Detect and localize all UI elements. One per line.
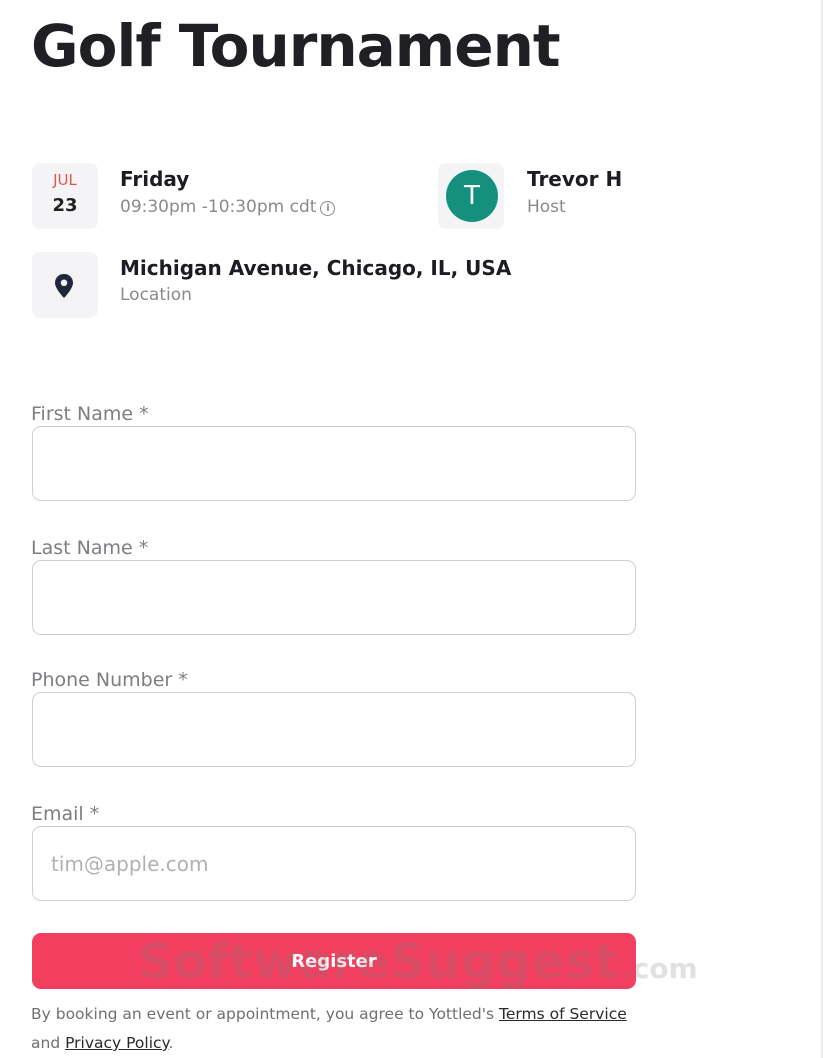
email-input[interactable] [32, 826, 636, 901]
terms-of-service-link[interactable]: Terms of Service [499, 1005, 627, 1023]
date-day: 23 [52, 195, 78, 216]
legal-prefix: By booking an event or appointment, you … [31, 1005, 500, 1023]
first-name-label: First Name * [31, 403, 149, 425]
map-pin-icon [55, 274, 73, 298]
page-title: Golf Tournament [31, 12, 561, 80]
phone-number-label: Phone Number * [31, 669, 188, 691]
phone-number-input[interactable] [32, 692, 636, 767]
first-name-input[interactable] [32, 426, 636, 501]
last-name-input[interactable] [32, 560, 636, 635]
event-time-row: 09:30pm -10:30pm cdt i [120, 197, 336, 217]
host-role: Host [527, 197, 566, 217]
date-month: JUL [53, 171, 77, 189]
legal-notice: By booking an event or appointment, you … [31, 1000, 631, 1058]
legal-and: and [31, 1034, 66, 1052]
host-avatar-tile: T [438, 163, 504, 229]
legal-suffix: . [168, 1034, 174, 1052]
location-name: Michigan Avenue, Chicago, IL, USA [120, 256, 512, 280]
privacy-policy-link[interactable]: Privacy Policy [65, 1034, 168, 1052]
info-icon[interactable]: i [320, 201, 336, 216]
event-time: 09:30pm -10:30pm cdt [120, 197, 317, 217]
location-label: Location [120, 285, 192, 305]
last-name-label: Last Name * [31, 537, 149, 559]
event-weekday: Friday [120, 167, 190, 191]
host-name: Trevor H [527, 167, 623, 191]
register-button[interactable]: Register [32, 933, 636, 989]
avatar: T [446, 170, 498, 222]
location-tile [32, 252, 98, 318]
email-label: Email * [31, 803, 100, 825]
date-badge: JUL 23 [32, 163, 98, 229]
